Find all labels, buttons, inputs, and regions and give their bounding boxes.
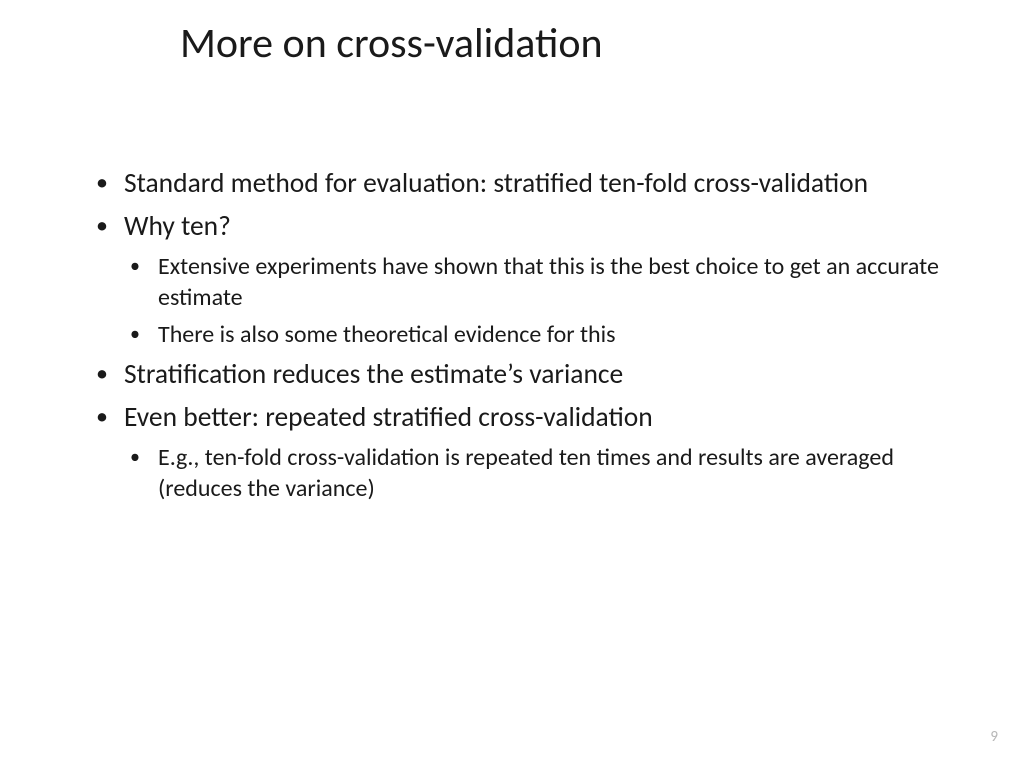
sub-bullet-item: There is also some theoretical evidence … — [122, 320, 964, 351]
bullet-item: Stratification reduces the estimate’s va… — [88, 357, 964, 392]
slide-content: Standard method for evaluation: stratifi… — [88, 166, 964, 510]
page-number: 9 — [990, 728, 998, 746]
slide: More on cross-validation Standard method… — [0, 0, 1024, 768]
bullet-item: Even better: repeated stratified cross-v… — [88, 400, 964, 435]
bullet-list: Standard method for evaluation: stratifi… — [88, 166, 964, 504]
bullet-item: Why ten? — [88, 209, 964, 244]
slide-title: More on cross-validation — [180, 18, 603, 69]
sub-bullet-item: E.g., ten-fold cross-validation is repea… — [122, 443, 964, 504]
sub-bullet-item: Extensive experiments have shown that th… — [122, 252, 964, 313]
bullet-item: Standard method for evaluation: stratifi… — [88, 166, 964, 201]
